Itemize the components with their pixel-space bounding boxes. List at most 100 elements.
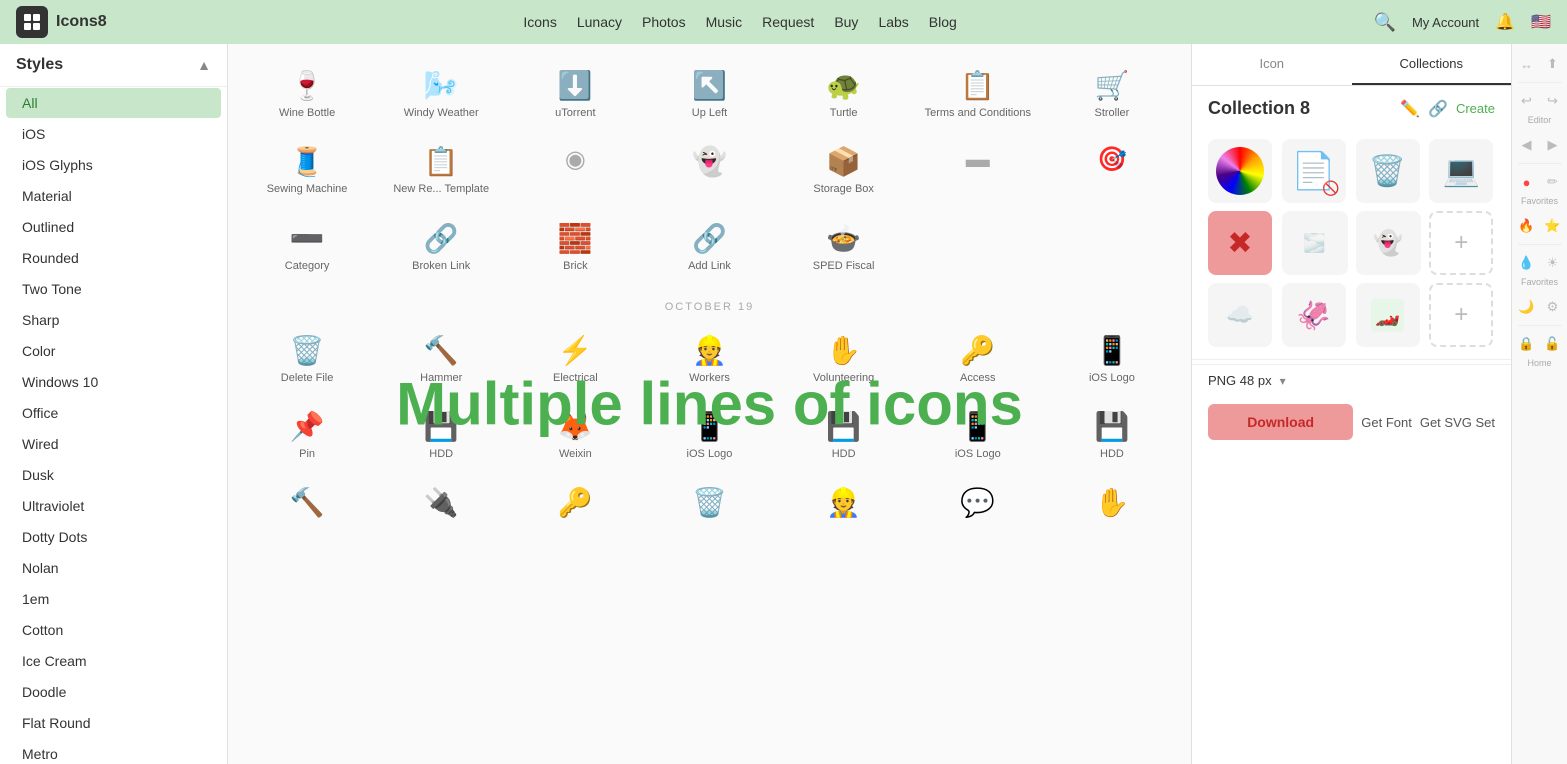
logo-area[interactable]: Icons8 [16, 6, 107, 38]
tab-collections[interactable]: Collections [1352, 44, 1512, 85]
download-button[interactable]: Download [1208, 404, 1353, 440]
link-collection-button[interactable]: 🔗 [1428, 99, 1448, 119]
sidebar-item-material[interactable]: Material [6, 181, 221, 211]
moon-icon[interactable]: 🌙 [1515, 295, 1539, 319]
get-svg-button[interactable]: Get SVG Set [1420, 415, 1495, 430]
icon-stroller[interactable]: 🛒Stroller [1049, 60, 1175, 128]
nav-photos[interactable]: Photos [642, 14, 686, 30]
gear-icon[interactable]: ⚙ [1541, 295, 1565, 319]
sun-icon[interactable]: ☀ [1541, 251, 1565, 275]
sidebar-item-sharp[interactable]: Sharp [6, 305, 221, 335]
sidebar-item-icecream[interactable]: Ice Cream [6, 646, 221, 676]
unlock-icon[interactable]: 🔓 [1541, 332, 1565, 356]
icon-wine-bottle[interactable]: 🍷Wine Bottle [244, 60, 370, 128]
collection-icon-color-circle[interactable] [1208, 139, 1272, 203]
icon-ios-logo-3[interactable]: 📱iOS Logo [915, 401, 1041, 469]
sidebar-item-outlined[interactable]: Outlined [6, 212, 221, 242]
collection-add-more[interactable]: + [1429, 283, 1493, 347]
color-fill-icon[interactable]: ● [1515, 170, 1539, 194]
icon-empty-6[interactable]: ▬ [915, 136, 1041, 204]
icon-new-re-template[interactable]: 📋New Re... Template [378, 136, 504, 204]
collapse-right-icon[interactable]: ▶ [1541, 133, 1565, 157]
collection-icon-soundcloud[interactable]: ☁️ [1208, 283, 1272, 347]
icon-weixin[interactable]: 🦊Weixin [512, 401, 638, 469]
icon-r7-5[interactable]: 👷 [781, 477, 907, 531]
collection-icon-x-red[interactable]: ✖ [1208, 211, 1272, 275]
icon-windy-weather[interactable]: 🌬️Windy Weather [378, 60, 504, 128]
icon-sewing[interactable]: 🧵Sewing Machine [244, 136, 370, 204]
create-collection-button[interactable]: Create [1456, 101, 1495, 116]
icon-delete-file[interactable]: 🗑️Delete File [244, 325, 370, 393]
sidebar-item-flatround[interactable]: Flat Round [6, 708, 221, 738]
nav-buy[interactable]: Buy [834, 14, 858, 30]
icon-r7-1[interactable]: 🔨 [244, 477, 370, 531]
icon-hdd-1[interactable]: 💾HDD [378, 401, 504, 469]
icon-r7-7[interactable]: ✋ [1049, 477, 1175, 531]
icon-empty-r3-6[interactable] [915, 213, 1041, 281]
icon-r7-6[interactable]: 💬 [915, 477, 1041, 531]
get-font-button[interactable]: Get Font [1361, 415, 1412, 430]
sidebar-item-windows10[interactable]: Windows 10 [6, 367, 221, 397]
redo-icon[interactable]: ↪ [1541, 89, 1565, 113]
sidebar-item-metro[interactable]: Metro [6, 739, 221, 764]
sidebar-item-rounded[interactable]: Rounded [6, 243, 221, 273]
icon-hdd-3[interactable]: 💾HDD [1049, 401, 1175, 469]
sidebar-item-ios[interactable]: iOS [6, 119, 221, 149]
search-icon[interactable]: 🔍 [1374, 12, 1396, 33]
sidebar-item-dotty[interactable]: Dotty Dots [6, 522, 221, 552]
maximize-icon[interactable]: ⬆ [1541, 52, 1565, 76]
icon-hammer[interactable]: 🔨Hammer [378, 325, 504, 393]
icon-pin[interactable]: 📌Pin [244, 401, 370, 469]
sidebar-item-ultraviolet[interactable]: Ultraviolet [6, 491, 221, 521]
lock-icon[interactable]: 🔒 [1515, 332, 1539, 356]
icon-r7-3[interactable]: 🔑 [512, 477, 638, 531]
collection-icon-laptop[interactable]: 💻 [1429, 139, 1493, 203]
icon-empty-3[interactable]: ◉ [512, 136, 638, 204]
nav-blog[interactable]: Blog [929, 14, 957, 30]
sidebar-item-ios-glyphs[interactable]: iOS Glyphs [6, 150, 221, 180]
icon-turtle[interactable]: 🐢Turtle [781, 60, 907, 128]
sidebar-item-wired[interactable]: Wired [6, 429, 221, 459]
sidebar-item-office[interactable]: Office [6, 398, 221, 428]
icon-brick[interactable]: 🧱Brick [512, 213, 638, 281]
icon-hdd-2[interactable]: 💾HDD [781, 401, 907, 469]
icon-sped-fiscal[interactable]: 🍲SPED Fiscal [781, 213, 907, 281]
sidebar-item-all[interactable]: All [6, 88, 221, 118]
icon-ios-logo-2[interactable]: 📱iOS Logo [646, 401, 772, 469]
icon-ios-logo-1[interactable]: 📱iOS Logo [1049, 325, 1175, 393]
icon-r7-4[interactable]: 🗑️ [646, 477, 772, 531]
nav-labs[interactable]: Labs [878, 14, 908, 30]
account-link[interactable]: My Account [1412, 15, 1479, 30]
language-icon[interactable]: 🇺🇸 [1531, 12, 1551, 32]
icon-broken-link[interactable]: 🔗Broken Link [378, 213, 504, 281]
icon-empty-7[interactable]: 🎯 [1049, 136, 1175, 204]
collapse-left-icon[interactable]: ◀ [1515, 133, 1539, 157]
sidebar-item-nolan[interactable]: Nolan [6, 553, 221, 583]
icon-add-link[interactable]: 🔗Add Link [646, 213, 772, 281]
sidebar-toggle[interactable]: ▲ [197, 57, 211, 73]
droplet-icon[interactable]: 💧 [1515, 251, 1539, 275]
collection-icon-trash[interactable]: 🗑️ [1356, 139, 1420, 203]
icon-access[interactable]: 🔑Access [915, 325, 1041, 393]
fire-icon[interactable]: 🔥 [1515, 214, 1539, 238]
pencil-icon[interactable]: ✏ [1541, 170, 1565, 194]
sidebar-item-doodle[interactable]: Doodle [6, 677, 221, 707]
edit-collection-button[interactable]: ✏️ [1400, 99, 1420, 119]
icon-category[interactable]: ➖Category [244, 213, 370, 281]
format-dropdown-arrow[interactable]: ▾ [1280, 374, 1286, 388]
icon-r7-2[interactable]: 🔌 [378, 477, 504, 531]
icon-workers[interactable]: 👷Workers [646, 325, 772, 393]
sidebar-item-two-tone[interactable]: Two Tone [6, 274, 221, 304]
icon-empty-r3-7[interactable] [1049, 213, 1175, 281]
icon-utorrent[interactable]: ⬇️uTorrent [512, 60, 638, 128]
nav-lunacy[interactable]: Lunacy [577, 14, 622, 30]
icon-electrical[interactable]: ⚡Electrical [512, 325, 638, 393]
notification-icon[interactable]: 🔔 [1495, 12, 1515, 32]
icon-ghost[interactable]: 👻 [646, 136, 772, 204]
collection-icon-file-no[interactable]: 📄 🚫 [1282, 139, 1346, 203]
nav-icons[interactable]: Icons [523, 14, 556, 30]
collection-icon-ghost2[interactable]: 👻 [1356, 211, 1422, 275]
sidebar-item-1em[interactable]: 1em [6, 584, 221, 614]
sidebar-item-dusk[interactable]: Dusk [6, 460, 221, 490]
collection-icon-ghost3[interactable]: 🦑 [1282, 283, 1346, 347]
